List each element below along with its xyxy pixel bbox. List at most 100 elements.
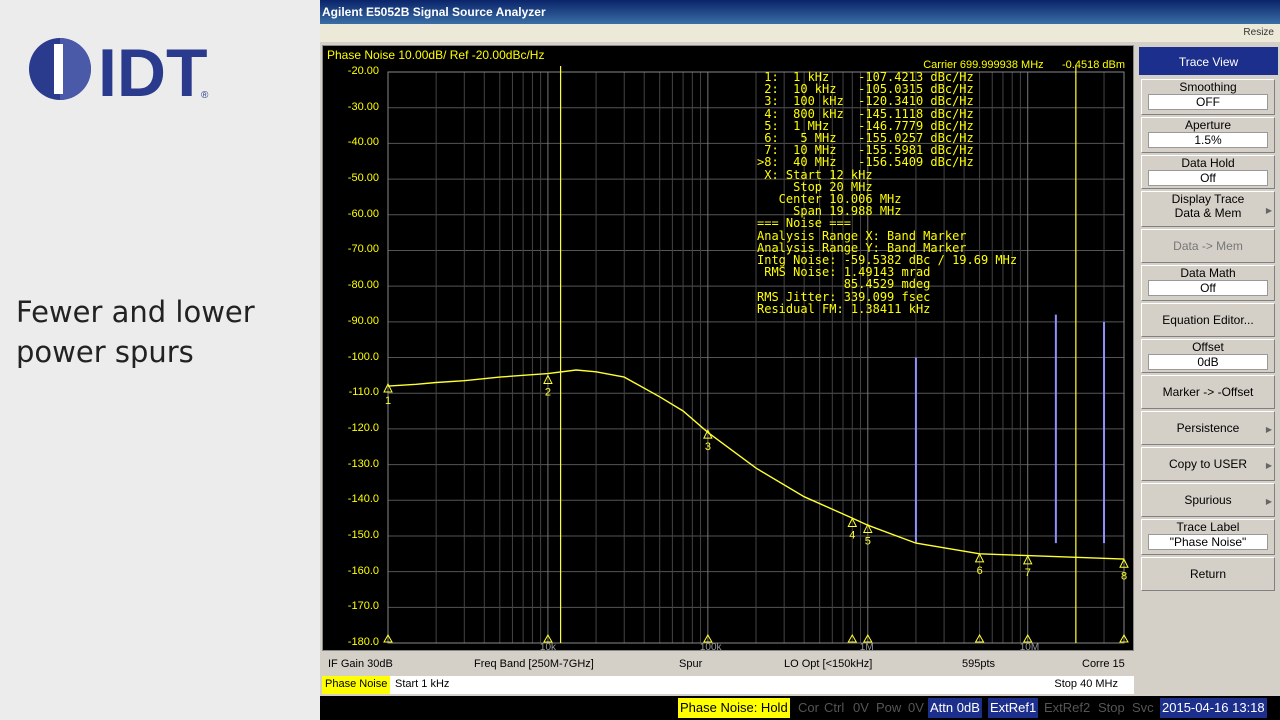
trace-label-button[interactable]: Trace Label "Phase Noise": [1141, 519, 1275, 555]
display-trace-value: Data & Mem: [1174, 206, 1242, 220]
submenu-arrow-icon: ▶: [1265, 424, 1272, 434]
smoothing-label: Smoothing: [1179, 80, 1237, 94]
y-tick-label: -170.0: [347, 600, 379, 613]
softkey-title: Trace View: [1139, 47, 1278, 75]
hold-status: Phase Noise: Hold: [678, 698, 790, 718]
data-hold-button[interactable]: Data Hold Off: [1141, 155, 1275, 189]
aperture-button[interactable]: Aperture 1.5%: [1141, 117, 1275, 153]
analyzer-window: Agilent E5052B Signal Source Analyzer Re…: [320, 0, 1280, 720]
instrument-status-bar: Phase Noise: Hold Cor Ctrl 0V Pow 0V Att…: [320, 696, 1280, 720]
ctrl-voltage: 0V: [853, 700, 869, 715]
persistence-label: Persistence: [1176, 421, 1240, 435]
start-frequency[interactable]: Start 1 kHz: [395, 678, 449, 690]
data-to-mem-button[interactable]: Data -> Mem: [1141, 229, 1275, 263]
y-tick-label: -80.00: [347, 279, 379, 292]
measurement-screen: 1 2 3 4 5 6 7 8 10k 100k 1M 10M Phase Noise 10.00dB…: [322, 45, 1134, 652]
if-gain: IF Gain 30dB: [328, 658, 393, 670]
offset-label: Offset: [1192, 340, 1224, 354]
spurious-label: Spurious: [1184, 493, 1232, 507]
trace-name-label[interactable]: Phase Noise: [322, 676, 391, 694]
extref1-status: ExtRef1: [988, 698, 1039, 718]
spurious-button[interactable]: Spurious ▶: [1141, 483, 1275, 517]
submenu-arrow-icon: ▶: [1265, 496, 1272, 506]
smoothing-button[interactable]: Smoothing OFF: [1141, 79, 1275, 115]
aperture-label: Aperture: [1184, 118, 1232, 132]
y-tick-label: -110.0: [348, 386, 379, 399]
slide-body-line: power spurs: [16, 335, 194, 369]
spur-status: Spur: [679, 658, 703, 670]
y-tick-label: -40.00: [347, 136, 379, 149]
equation-editor-button[interactable]: Equation Editor...: [1141, 303, 1275, 337]
y-tick-label: -90.00: [347, 314, 379, 327]
attn-status: Attn 0dB: [928, 698, 982, 718]
correlation: Corre 15: [1082, 658, 1125, 670]
slide-panel: IDT ® Fewer and lower power spurs: [0, 0, 318, 720]
marker-label: 8: [1121, 570, 1127, 582]
y-tick-label: -160.0: [347, 564, 379, 577]
copy-to-user-button[interactable]: Copy to USER ▶: [1141, 447, 1275, 481]
points: 595pts: [962, 658, 996, 670]
status-bar: IF Gain 30dB Freq Band [250M-7GHz] Spur …: [322, 656, 1134, 674]
y-tick-label: -100.0: [347, 350, 379, 363]
y-tick-label: -60.00: [347, 207, 379, 220]
data-hold-value: Off: [1148, 170, 1268, 186]
resize-button[interactable]: Resize: [1243, 27, 1274, 38]
x-tick-label: 10k: [540, 642, 557, 652]
y-tick-label: -180.0: [347, 636, 379, 648]
data-math-value: Off: [1148, 280, 1268, 296]
offset-button[interactable]: Offset 0dB: [1141, 339, 1275, 373]
svc-status: Svc: [1132, 700, 1154, 715]
window-title: Agilent E5052B Signal Source Analyzer: [320, 0, 1280, 24]
return-button[interactable]: Return: [1141, 557, 1275, 591]
carrier-level: -0.4518 dBm: [1062, 59, 1125, 71]
marker-label: 5: [865, 535, 871, 547]
marker-offset-button[interactable]: Marker -> -Offset: [1141, 375, 1275, 409]
marker-label: 6: [977, 565, 983, 577]
slide-body-line: Fewer and lower: [16, 295, 255, 329]
stop-status: Stop: [1098, 700, 1125, 715]
submenu-arrow-icon: ▶: [1265, 205, 1272, 215]
y-tick-label: -140.0: [347, 493, 379, 506]
marker-label: 2: [545, 386, 551, 398]
trace-label-value: "Phase Noise": [1148, 534, 1268, 550]
pow-status: Pow: [876, 700, 902, 715]
trace-header: Phase Noise 10.00dB/ Ref -20.00dBc/Hz: [327, 48, 545, 62]
x-tick-label: 1M: [860, 642, 874, 652]
lo-opt: LO Opt [<150kHz]: [784, 658, 873, 670]
data-math-label: Data Math: [1180, 266, 1236, 280]
data-hold-label: Data Hold: [1181, 156, 1235, 170]
slide-body-text: Fewer and lower power spurs: [16, 292, 255, 372]
marker-label: 7: [1025, 567, 1031, 579]
marker-label: 4: [849, 529, 855, 541]
copy-to-user-label: Copy to USER: [1168, 457, 1248, 471]
y-tick-label: -70.00: [347, 243, 379, 256]
idt-logo: IDT ®: [29, 35, 209, 104]
submenu-arrow-icon: ▶: [1265, 460, 1272, 470]
ctrl-status: Ctrl: [824, 700, 845, 715]
extref2-status: ExtRef2: [1044, 700, 1091, 715]
svg-text:®: ®: [201, 90, 209, 101]
y-tick-label: -30.00: [347, 100, 379, 113]
marker-table: 1: 1 kHz -107.4213 dBc/Hz 2: 10 kHz -105…: [757, 70, 1018, 316]
stop-frequency[interactable]: Stop 40 MHz: [1054, 678, 1118, 690]
display-trace-label: Display Trace: [1171, 192, 1245, 206]
offset-value: 0dB: [1148, 354, 1268, 370]
cor-status: Cor: [798, 700, 819, 715]
sweep-range-bar: Phase Noise Start 1 kHz Stop 40 MHz: [322, 676, 1134, 694]
data-math-button[interactable]: Data Math Off: [1141, 265, 1275, 301]
trace-label-label: Trace Label: [1176, 520, 1240, 534]
marker-label: 3: [705, 441, 711, 453]
y-tick-label: -50.00: [347, 172, 379, 185]
menu-bar: Resize: [320, 24, 1280, 42]
y-tick-label: -120.0: [347, 421, 379, 434]
x-tick-label: 100k: [700, 642, 723, 652]
freq-band: Freq Band [250M-7GHz]: [474, 658, 594, 670]
display-trace-button[interactable]: Display Trace Data & Mem ▶: [1141, 191, 1275, 227]
marker-label: 1: [385, 395, 391, 407]
persistence-button[interactable]: Persistence ▶: [1141, 411, 1275, 445]
y-tick-label: -20.00: [347, 65, 379, 77]
smoothing-value: OFF: [1148, 94, 1268, 110]
aperture-value: 1.5%: [1148, 132, 1268, 148]
date-time: 2015-04-16 13:18: [1160, 698, 1267, 718]
pow-voltage: 0V: [908, 700, 924, 715]
